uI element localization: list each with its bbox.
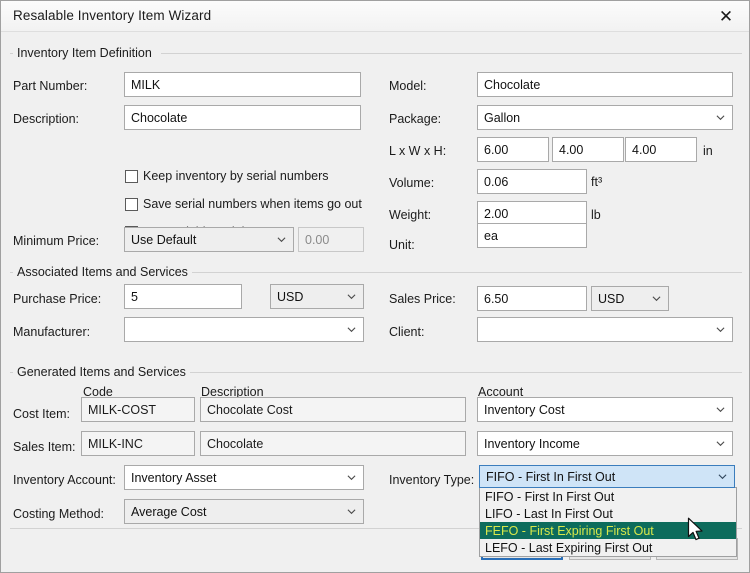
weight-unit-label: lb (591, 209, 601, 222)
chevron-down-icon (652, 294, 661, 303)
inventory-type-select[interactable]: FIFO - First In First Out (479, 465, 735, 488)
part-number-input[interactable]: MILK (124, 72, 361, 97)
label-sales-price: Sales Price: (389, 293, 456, 306)
label-manufacturer: Manufacturer: (13, 326, 90, 339)
group-line-generated-right (176, 372, 742, 373)
chevron-down-icon (716, 405, 725, 414)
dimension-unit-label: in (703, 145, 713, 158)
checkbox-label: Save serial numbers when items go out (143, 197, 362, 211)
inventory-type-value: FIFO - First In First Out (486, 470, 615, 484)
label-description: Description: (13, 113, 79, 126)
checkbox-keep-inventory-by-serial-numbers[interactable]: Keep inventory by serial numbers (125, 169, 329, 183)
dropdown-option-lefo[interactable]: LEFO - Last Expiring First Out (480, 539, 736, 556)
group-title-definition: Inventory Item Definition (13, 46, 156, 60)
label-costing-method: Costing Method: (13, 508, 104, 521)
chevron-down-icon (347, 325, 356, 334)
group-title-generated: Generated Items and Services (13, 365, 190, 379)
label-sales-item: Sales Item: (13, 441, 76, 454)
checkbox-save-serial-numbers-when-items-go-out[interactable]: Save serial numbers when items go out (125, 197, 362, 211)
group-title-associated: Associated Items and Services (13, 265, 192, 279)
chevron-down-icon (716, 113, 725, 122)
sales-item-account-value: Inventory Income (484, 437, 580, 451)
sales-item-description-input[interactable]: Chocolate (200, 431, 466, 456)
chevron-down-icon (716, 325, 725, 334)
chevron-down-icon (347, 473, 356, 482)
package-select[interactable]: Gallon (477, 105, 733, 130)
purchase-price-currency-select[interactable]: USD (270, 284, 364, 309)
chevron-down-icon (718, 472, 727, 481)
dimension-length-input[interactable]: 6.00 (477, 137, 549, 162)
chevron-down-icon (347, 292, 356, 301)
chevron-down-icon (716, 439, 725, 448)
costing-method-select[interactable]: Average Cost (124, 499, 364, 524)
cost-item-account-value: Inventory Cost (484, 403, 565, 417)
description-input[interactable]: Chocolate (124, 105, 361, 130)
title-bar: Resalable Inventory Item Wizard ✕ (1, 1, 749, 32)
chevron-down-icon (347, 507, 356, 516)
cost-item-code-input[interactable]: MILK-COST (81, 397, 195, 422)
inventory-account-select[interactable]: Inventory Asset (124, 465, 364, 490)
label-minimum-price: Minimum Price: (13, 235, 99, 248)
group-line-definition-right (161, 53, 742, 54)
manufacturer-select[interactable] (124, 317, 364, 342)
chevron-down-icon (277, 235, 286, 244)
inventory-item-wizard-dialog: Resalable Inventory Item Wizard ✕ Invent… (0, 0, 750, 573)
label-package: Package: (389, 113, 441, 126)
inventory-account-value: Inventory Asset (131, 471, 216, 485)
unit-input[interactable]: ea (477, 223, 587, 248)
label-unit: Unit: (389, 239, 415, 252)
costing-method-value: Average Cost (131, 505, 207, 519)
purchase-price-input[interactable]: 5 (124, 284, 242, 309)
cost-item-description-input[interactable]: Chocolate Cost (200, 397, 466, 422)
checkbox-label: Keep inventory by serial numbers (143, 169, 329, 183)
minimum-price-mode-value: Use Default (131, 233, 196, 247)
close-icon[interactable]: ✕ (703, 1, 749, 31)
volume-unit-label: ft³ (591, 176, 602, 189)
label-weight: Weight: (389, 209, 431, 222)
minimum-price-mode-select[interactable]: Use Default (124, 227, 294, 252)
client-select[interactable] (477, 317, 733, 342)
volume-input[interactable]: 0.06 (477, 169, 587, 194)
group-line-associated-right (173, 272, 742, 273)
sales-price-currency-select[interactable]: USD (591, 286, 669, 311)
label-volume: Volume: (389, 177, 434, 190)
dimension-height-input[interactable]: 4.00 (625, 137, 697, 162)
label-purchase-price: Purchase Price: (13, 293, 101, 306)
label-inventory-type: Inventory Type: (389, 474, 474, 487)
dropdown-option-lifo[interactable]: LIFO - Last In First Out (480, 505, 736, 522)
dropdown-option-fifo[interactable]: FIFO - First In First Out (480, 488, 736, 505)
checkbox-box-icon (125, 198, 138, 211)
label-part-number: Part Number: (13, 80, 87, 93)
label-inventory-account: Inventory Account: (13, 474, 116, 487)
window-title: Resalable Inventory Item Wizard (13, 8, 211, 23)
sales-item-account-select[interactable]: Inventory Income (477, 431, 733, 456)
inventory-type-dropdown-list[interactable]: FIFO - First In First Out LIFO - Last In… (479, 487, 737, 557)
sales-price-input[interactable]: 6.50 (477, 286, 587, 311)
dropdown-option-fefo[interactable]: FEFO - First Expiring First Out (480, 522, 736, 539)
checkbox-box-icon (125, 170, 138, 183)
sales-item-code-input[interactable]: MILK-INC (81, 431, 195, 456)
label-model: Model: (389, 80, 427, 93)
label-dimensions: L x W x H: (389, 145, 446, 158)
package-value: Gallon (484, 111, 520, 125)
dimension-width-input[interactable]: 4.00 (552, 137, 624, 162)
sales-price-currency-value: USD (598, 292, 624, 306)
label-cost-item: Cost Item: (13, 408, 70, 421)
cost-item-account-select[interactable]: Inventory Cost (477, 397, 733, 422)
minimum-price-amount-input: 0.00 (298, 227, 364, 252)
purchase-price-currency-value: USD (277, 290, 303, 304)
model-input[interactable]: Chocolate (477, 72, 733, 97)
label-client: Client: (389, 326, 424, 339)
